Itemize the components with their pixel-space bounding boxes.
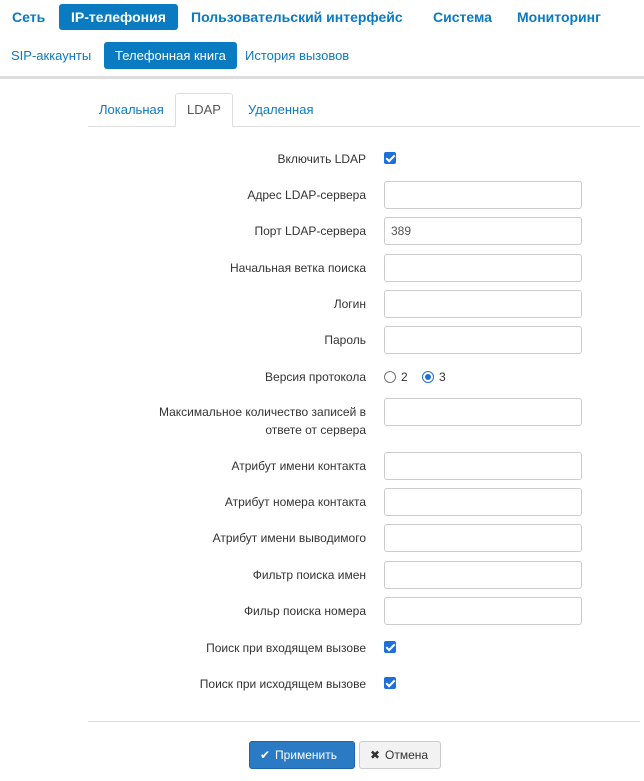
protocol-version-2-radio[interactable] (384, 371, 396, 383)
contact-name-attr-input[interactable] (384, 452, 582, 480)
number-filter-label: Фильр поиска номера (243, 604, 366, 618)
login-input[interactable] (384, 290, 582, 318)
subnav-call-history[interactable]: История вызовов (234, 42, 360, 69)
server-address-input[interactable] (384, 181, 582, 209)
ldap-settings-page: Сеть IP-телефония Пользовательский интер… (0, 0, 644, 781)
max-records-input[interactable] (384, 398, 582, 426)
subnav-sip-accounts[interactable]: SIP-аккаунты (0, 42, 102, 69)
number-filter-input[interactable] (384, 597, 582, 625)
phonebook-tabs: Локальная LDAP Удаленная (88, 93, 640, 127)
protocol-version-3-radio[interactable] (422, 371, 434, 383)
nav-user-interface[interactable]: Пользовательский интерфейс (179, 4, 415, 30)
max-records-label: Максимальное количество записей в ответе… (158, 405, 366, 437)
contact-number-attr-input[interactable] (384, 488, 582, 516)
search-outgoing-checkbox[interactable] (384, 677, 396, 689)
name-filter-label: Фильтр поиска имен (252, 568, 366, 582)
nav-network[interactable]: Сеть (0, 4, 57, 30)
search-base-input[interactable] (384, 254, 582, 282)
tab-remote[interactable]: Удаленная (237, 93, 325, 127)
server-port-label: Порт LDAP-сервера (254, 224, 367, 238)
header-divider (0, 76, 644, 79)
nav-system[interactable]: Система (421, 4, 504, 30)
apply-button-label: Применить (275, 748, 338, 762)
server-address-label: Адрес LDAP-сервера (247, 188, 366, 202)
nav-ip-telephony[interactable]: IP-телефония (59, 4, 178, 30)
close-icon: ✖ (369, 748, 381, 762)
name-filter-input[interactable] (384, 561, 582, 589)
protocol-version-label: Версия протокола (265, 370, 366, 384)
search-incoming-label: Поиск при входящем вызове (206, 641, 366, 655)
check-icon: ✔ (259, 748, 271, 762)
protocol-version-3-label: 3 (439, 370, 446, 384)
protocol-version-2-label: 2 (401, 370, 408, 384)
password-label: Пароль (324, 333, 366, 347)
cancel-button[interactable]: ✖ Отмена (359, 741, 441, 769)
search-base-label: Начальная ветка поиска (230, 261, 366, 275)
display-name-attr-input[interactable] (384, 524, 582, 552)
search-outgoing-label: Поиск при исходящем вызове (199, 677, 366, 691)
tab-local[interactable]: Локальная (88, 93, 175, 127)
server-port-input[interactable]: 389 (384, 217, 582, 245)
nav-monitoring[interactable]: Мониторинг (505, 4, 613, 30)
cancel-button-label: Отмена (385, 748, 429, 762)
password-input[interactable] (384, 326, 582, 354)
login-label: Логин (333, 297, 366, 311)
footer-divider (88, 721, 640, 722)
display-name-attr-label: Атрибут имени выводимого (212, 531, 366, 545)
apply-button[interactable]: ✔ Применить (249, 741, 355, 769)
sub-navigation: SIP-аккаунты Телефонная книга История вы… (0, 42, 644, 70)
enable-ldap-label: Включить LDAP (277, 152, 366, 166)
subnav-phonebook[interactable]: Телефонная книга (104, 42, 237, 69)
tab-ldap[interactable]: LDAP (175, 93, 233, 127)
enable-ldap-checkbox[interactable] (384, 152, 396, 164)
top-navigation: Сеть IP-телефония Пользовательский интер… (0, 0, 644, 34)
contact-name-attr-label: Атрибут имени контакта (231, 459, 366, 473)
search-incoming-checkbox[interactable] (384, 641, 396, 653)
contact-number-attr-label: Атрибут номера контакта (224, 495, 366, 509)
